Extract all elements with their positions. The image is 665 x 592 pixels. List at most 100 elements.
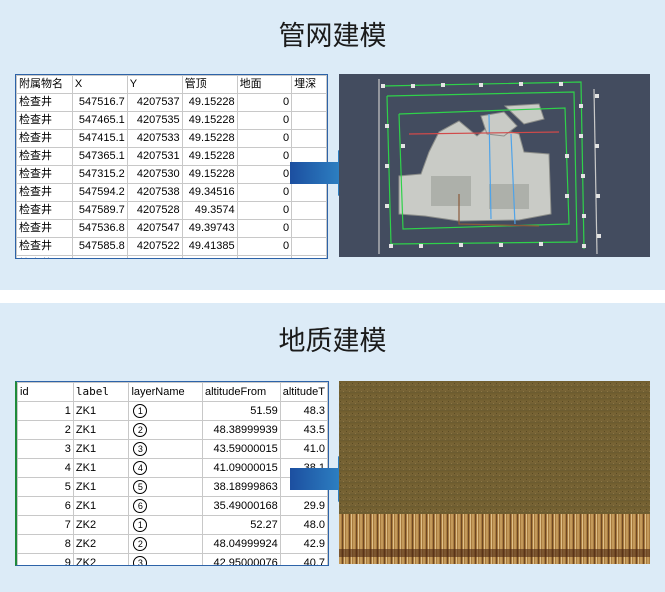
- table-cell[interactable]: [291, 237, 327, 256]
- table-cell[interactable]: 4207533: [126, 129, 183, 148]
- table-cell[interactable]: 1: [128, 515, 203, 535]
- table-cell[interactable]: ZK1: [72, 420, 130, 440]
- table-cell[interactable]: 51.59: [202, 401, 281, 421]
- table-cell[interactable]: 4207522: [126, 237, 183, 256]
- table-cell[interactable]: 49.39743: [181, 219, 238, 238]
- table-cell[interactable]: 0: [236, 111, 293, 130]
- table-row[interactable]: 检查井 547536.8 4207547 49.39743 0: [16, 219, 327, 238]
- table-row[interactable]: 5ZK1538.1899986335.4: [17, 477, 328, 497]
- table-cell[interactable]: 48.3: [279, 401, 328, 421]
- table-cell[interactable]: 2: [128, 420, 203, 440]
- column-header[interactable]: 附属物名: [16, 75, 73, 94]
- table-cell[interactable]: 547315.2: [71, 165, 128, 184]
- table-cell[interactable]: ZK2: [72, 515, 130, 535]
- column-header[interactable]: 埋深: [291, 75, 327, 94]
- table-cell[interactable]: 49.15228: [181, 129, 238, 148]
- table-cell[interactable]: 4: [128, 458, 203, 478]
- column-header[interactable]: altitudeFrom: [202, 382, 281, 402]
- table-cell[interactable]: 检查井: [16, 201, 73, 220]
- table-cell[interactable]: 35.49000168: [202, 496, 281, 516]
- table-cell[interactable]: 547415.1: [71, 129, 128, 148]
- table-cell[interactable]: 42.9: [279, 534, 328, 554]
- table-cell[interactable]: 9: [17, 553, 74, 565]
- table-cell[interactable]: 1: [17, 401, 74, 421]
- table-cell[interactable]: [291, 111, 327, 130]
- table-cell[interactable]: 检查井: [16, 147, 73, 166]
- table-cell[interactable]: 38.18999863: [202, 477, 281, 497]
- column-header[interactable]: layerName: [128, 382, 203, 402]
- table-cell[interactable]: [291, 129, 327, 148]
- table-cell[interactable]: 547365.1: [71, 147, 128, 166]
- table-row[interactable]: 9 ZK2 3 42.95000076 40.7: [17, 553, 328, 565]
- table-cell[interactable]: 547585.8: [71, 237, 128, 256]
- table-cell[interactable]: 49.15228: [181, 165, 238, 184]
- table-row[interactable]: 检查井 547516.7 4207537 49.15228 0: [16, 93, 327, 112]
- table-cell[interactable]: 5: [17, 477, 74, 497]
- table-cell[interactable]: 0: [236, 129, 293, 148]
- table-cell[interactable]: 547516.7: [71, 93, 128, 112]
- table-cell[interactable]: [291, 93, 327, 112]
- table-cell[interactable]: 检查井: [16, 255, 73, 258]
- table-cell[interactable]: 检查井: [16, 237, 73, 256]
- table-cell[interactable]: 547536.8: [71, 219, 128, 238]
- table-cell[interactable]: 4207547: [126, 219, 183, 238]
- table-row[interactable]: 7 ZK2 1 52.27 48.0: [17, 515, 328, 535]
- table-cell[interactable]: 0: [236, 219, 293, 238]
- column-header[interactable]: Y: [126, 75, 183, 94]
- table-cell[interactable]: 4207538: [126, 183, 183, 202]
- table-cell[interactable]: 49.15228: [181, 147, 238, 166]
- table-cell[interactable]: 3: [128, 553, 203, 565]
- table-row[interactable]: 2 ZK1 2 48.38999939 43.5: [17, 420, 328, 440]
- table-cell[interactable]: 52.27: [202, 515, 281, 535]
- table-cell[interactable]: 检查井: [16, 129, 73, 148]
- table-row[interactable]: 检查井 547365.1 4207531 49.15228 0: [16, 147, 327, 166]
- table-row[interactable]: 检查井 547589.7 4207528 49.3574 0: [16, 201, 327, 220]
- table-cell[interactable]: 40.7: [279, 553, 328, 565]
- table-cell[interactable]: 0: [236, 165, 293, 184]
- column-header[interactable]: label: [72, 382, 130, 402]
- table-cell[interactable]: 41.09000015: [202, 458, 281, 478]
- table-cell[interactable]: ZK2: [72, 534, 130, 554]
- table-cell[interactable]: [291, 219, 327, 238]
- table-row[interactable]: 检查井 547465.1 4207535 49.15228 0: [16, 111, 327, 130]
- table-cell[interactable]: 4207531: [126, 147, 183, 166]
- table-cell[interactable]: 547586.5: [71, 255, 128, 258]
- table-cell[interactable]: 0: [236, 183, 293, 202]
- table-cell[interactable]: 49.15228: [181, 93, 238, 112]
- table-row[interactable]: 3 ZK1 3 43.59000015 41.0: [17, 439, 328, 459]
- table-cell[interactable]: 547594.2: [71, 183, 128, 202]
- table-cell[interactable]: 0: [236, 237, 293, 256]
- table-row[interactable]: 6 ZK1 6 35.49000168 29.9: [17, 496, 328, 516]
- table-cell[interactable]: 49.41385: [181, 237, 238, 256]
- table-cell[interactable]: 48.04999924: [202, 534, 281, 554]
- table-cell[interactable]: ZK2: [72, 553, 130, 565]
- table-cell[interactable]: 检查井: [16, 219, 73, 238]
- table-cell[interactable]: 547589.7: [71, 201, 128, 220]
- table-cell[interactable]: 0: [236, 147, 293, 166]
- table-cell[interactable]: ZK1: [72, 496, 130, 516]
- table-cell[interactable]: 4: [17, 458, 74, 478]
- column-header[interactable]: 管顶: [181, 75, 238, 94]
- table-cell[interactable]: 检查井: [16, 111, 73, 130]
- table-cell[interactable]: [291, 201, 327, 220]
- table-cell[interactable]: 48.38999939: [202, 420, 281, 440]
- column-header[interactable]: altitudeT: [279, 382, 328, 402]
- table-cell[interactable]: 49.15228: [181, 111, 238, 130]
- table-cell[interactable]: 5: [128, 477, 203, 497]
- table-cell[interactable]: 4207518: [126, 255, 183, 258]
- table-cell[interactable]: ZK1: [72, 477, 130, 497]
- table-cell[interactable]: 0: [236, 255, 293, 258]
- table-row[interactable]: 检查井 547315.2 4207530 49.15228 0: [16, 165, 327, 184]
- table-cell[interactable]: 42.95000076: [202, 553, 281, 565]
- table-row[interactable]: 4ZK1441.0900001538.1: [17, 458, 328, 478]
- table-cell[interactable]: 7: [17, 515, 74, 535]
- table-cell[interactable]: 49.3574: [181, 201, 238, 220]
- table-cell[interactable]: 43.5: [279, 420, 328, 440]
- table-cell[interactable]: 547465.1: [71, 111, 128, 130]
- table-cell[interactable]: 8: [17, 534, 74, 554]
- table-cell[interactable]: 3: [17, 439, 74, 459]
- table-cell[interactable]: 4207530: [126, 165, 183, 184]
- table-cell[interactable]: ZK1: [72, 439, 130, 459]
- table-cell[interactable]: 3: [128, 439, 203, 459]
- table-cell[interactable]: 43.59000015: [202, 439, 281, 459]
